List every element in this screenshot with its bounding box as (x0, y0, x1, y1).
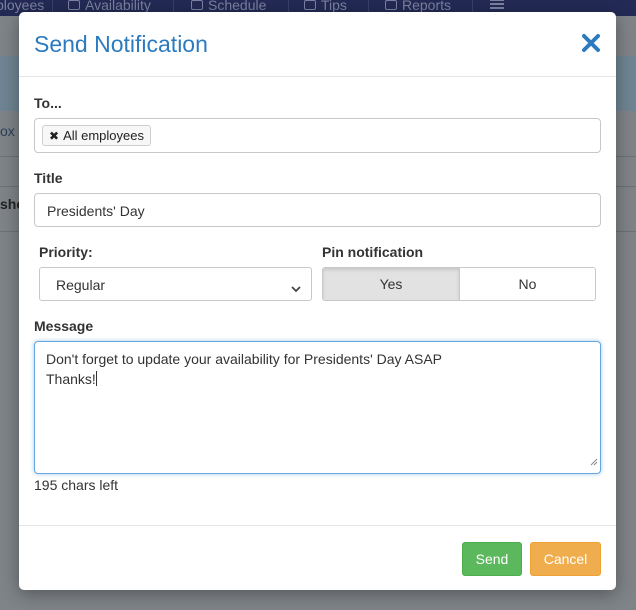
close-icon[interactable]: ✖ (49, 129, 59, 143)
pin-yes-button[interactable]: Yes (323, 268, 460, 300)
app-side-text: ox (0, 123, 15, 139)
pin-no-button[interactable]: No (460, 268, 595, 300)
resize-handle-icon[interactable] (590, 451, 598, 471)
calendar-check-icon (68, 0, 80, 10)
title-input[interactable]: Presidents' Day (34, 193, 601, 227)
text-caret (95, 371, 97, 386)
close-icon[interactable] (581, 33, 601, 53)
send-notification-modal: Send Notification To... ✖ All employees … (19, 12, 616, 590)
title-input-value: Presidents' Day (47, 203, 145, 219)
send-button[interactable]: Send (462, 542, 522, 576)
chevron-down-icon (291, 280, 301, 296)
money-icon (304, 0, 316, 10)
message-line-container: Thanks! (46, 369, 589, 389)
chart-icon (385, 0, 397, 10)
pin-notification-label: Pin notification (322, 244, 424, 260)
message-line: Don't forget to update your availability… (46, 351, 442, 367)
grid-icon (191, 0, 203, 10)
title-label: Title (34, 170, 63, 186)
message-line: Thanks! (46, 371, 96, 387)
priority-select-value: Regular (56, 277, 106, 293)
recipients-field[interactable]: ✖ All employees (34, 118, 601, 153)
modal-header: Send Notification (19, 12, 616, 77)
message-textarea[interactable]: Don't forget to update your availability… (34, 341, 601, 474)
message-label: Message (34, 318, 94, 334)
pin-notification-toggle: Yes No (322, 267, 596, 301)
to-label: To... (34, 95, 62, 111)
modal-footer: Send Cancel (19, 525, 616, 590)
modal-title: Send Notification (34, 31, 208, 57)
cancel-button[interactable]: Cancel (530, 542, 601, 576)
priority-select[interactable]: Regular (39, 267, 312, 301)
priority-label: Priority: (39, 244, 93, 260)
recipient-tag: ✖ All employees (42, 125, 151, 146)
recipient-tag-label: All employees (63, 128, 144, 143)
chars-left-counter: 195 chars left (34, 477, 119, 493)
